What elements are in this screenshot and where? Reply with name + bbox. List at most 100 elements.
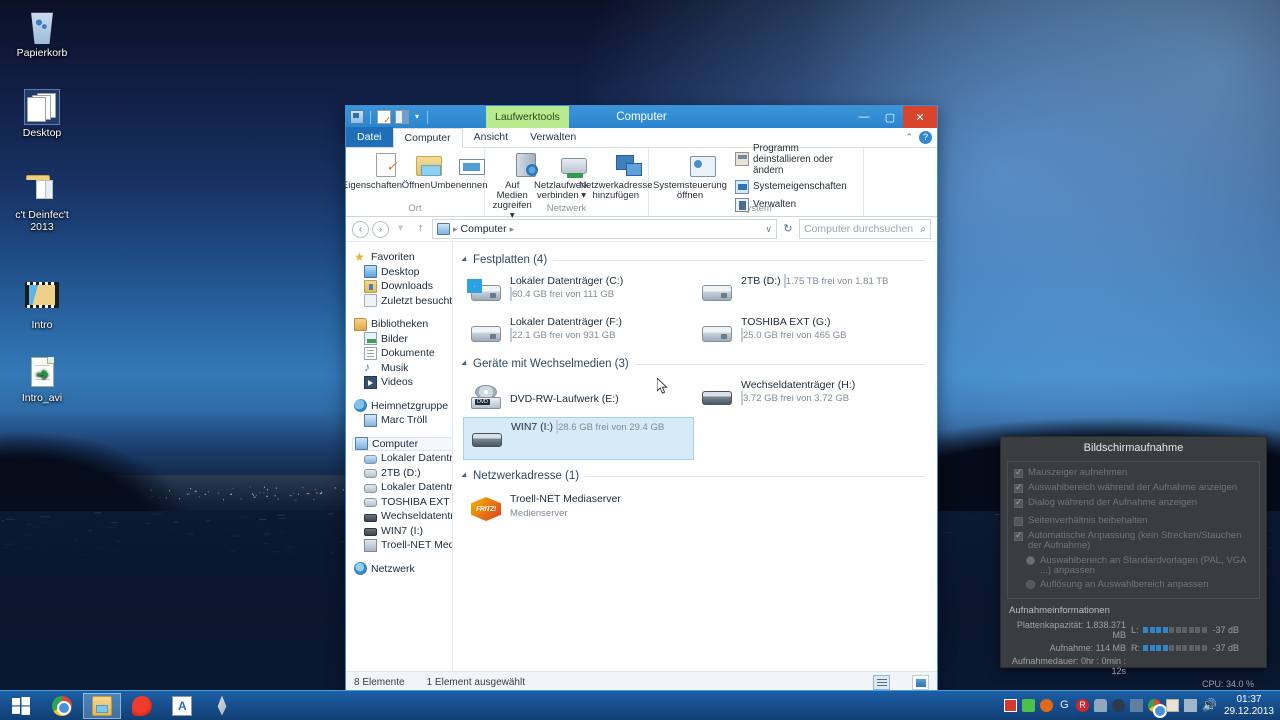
pane-icon[interactable] <box>395 110 409 124</box>
help-icon[interactable]: ? <box>919 131 932 144</box>
ribbon-button-netzwerkadresse-hinzufuegen[interactable]: Netzwerkadresse hinzufügen <box>589 151 643 203</box>
tab-verwalten[interactable]: Verwalten <box>519 127 587 147</box>
nav-header-heimnetzgruppe[interactable]: Heimnetzgruppe <box>352 399 452 414</box>
clock[interactable]: 01:37 29.12.2013 <box>1220 694 1274 718</box>
breadcrumb-dropdown-icon[interactable]: ∨ <box>765 224 772 235</box>
breadcrumb[interactable]: ▸ Computer ▸ ∨ <box>432 219 777 239</box>
system-tray[interactable]: G R 🔊 01:37 29.12.2013 <box>1004 691 1280 720</box>
close-button[interactable]: ✕ <box>903 106 937 128</box>
details-view-button[interactable] <box>873 675 890 690</box>
breadcrumb-separator[interactable]: ▸ <box>510 224 515 235</box>
nav-header-netzwerk[interactable]: Netzwerk <box>352 562 452 577</box>
checkbox-icon[interactable] <box>1014 469 1023 478</box>
device-taskbar-button[interactable] <box>123 693 161 719</box>
fonts-taskbar-button[interactable] <box>163 693 201 719</box>
checkbox-icon[interactable] <box>1014 499 1023 508</box>
avira-icon[interactable]: R <box>1076 699 1089 712</box>
tab-datei[interactable]: Datei <box>346 127 393 147</box>
window-controls[interactable]: — ▢ ✕ <box>851 106 937 128</box>
calendar-icon[interactable] <box>1004 699 1017 712</box>
explorer-taskbar-button[interactable] <box>83 693 121 719</box>
title-bar[interactable]: ▾ Laufwerktools Computer — ▢ ✕ <box>346 106 937 128</box>
network-location-item[interactable]: FRITZ! Troell-NET Mediaserver Medienserv… <box>463 488 925 529</box>
desktop-icon-intro[interactable]: Intro <box>3 278 81 331</box>
nav-item-downloads[interactable]: Downloads <box>352 279 452 294</box>
ribbon-item-systemeigenschaften[interactable]: Systemeigenschaften <box>733 179 858 195</box>
nav-header-favoriten[interactable]: ★ Favoriten <box>352 250 452 265</box>
screen-recorder-dialog[interactable]: Bildschirmaufnahme Mauszeiger aufnehmen … <box>1000 436 1267 668</box>
radio-standardvorlagen[interactable]: Auswahlbereich an Standardvorlagen (PAL,… <box>1014 556 1253 576</box>
ribbon-item-programm-deinstallieren[interactable]: Programm deinstallieren oder ändern <box>733 142 858 177</box>
rocket-taskbar-button[interactable] <box>203 693 241 719</box>
radio-aufloesung-anpassen[interactable]: Auflösung an Auswahlbereich anpassen <box>1014 580 1253 590</box>
checkbox-icon[interactable] <box>1014 517 1023 526</box>
nav-header-bibliotheken[interactable]: Bibliotheken <box>352 317 452 332</box>
tool-icon[interactable] <box>1112 699 1125 712</box>
nav-item-toshiba-ext-g[interactable]: TOSHIBA EXT (G:) <box>352 495 452 510</box>
up-button[interactable]: ↑ <box>412 221 429 238</box>
address-bar[interactable]: ‹ › ▾ ↑ ▸ Computer ▸ ∨ ↻ Computer durchs… <box>346 217 937 242</box>
explorer-window[interactable]: ▾ Laufwerktools Computer — ▢ ✕ Datei Com… <box>345 105 938 693</box>
network-icon[interactable] <box>1184 699 1197 712</box>
car-icon[interactable] <box>1094 699 1107 712</box>
refresh-button[interactable]: ↻ <box>780 221 796 237</box>
breadcrumb-item-computer[interactable]: Computer <box>461 223 507 235</box>
nav-item-2tb-d[interactable]: 2TB (D:) <box>352 466 452 481</box>
drive-item-selected[interactable]: WIN7 (I:) 28.6 GB frei von 29.4 GB <box>463 417 694 460</box>
collapse-ribbon-icon[interactable]: ⌃ <box>905 132 913 143</box>
tiles-view-button[interactable] <box>912 675 929 690</box>
desktop-icon-recycle-bin[interactable]: Papierkorb <box>3 10 81 59</box>
chrome-tray-icon[interactable] <box>1148 699 1161 712</box>
desktop-icon-intro-avi[interactable]: ➜ Intro_avi <box>3 355 81 404</box>
start-button[interactable] <box>0 691 42 720</box>
back-button[interactable]: ‹ <box>352 221 369 238</box>
quick-access-toolbar[interactable]: ▾ <box>346 106 430 128</box>
desktop-icon-ct-deinfect[interactable]: c't Deinfec't 2013 <box>3 172 81 233</box>
g-icon[interactable]: G <box>1058 699 1071 712</box>
drive-item[interactable]: Wechseldatenträger (H:) 3.72 GB frei von… <box>694 376 925 417</box>
group-header-wechselmedien[interactable]: Geräte mit Wechselmedien (3) <box>463 358 925 370</box>
drive-item[interactable]: Lokaler Datenträger (C:) 60.4 GB frei vo… <box>463 272 694 313</box>
chrome-taskbar-button[interactable] <box>43 693 81 719</box>
minimize-button[interactable]: — <box>851 106 877 128</box>
group-header-festplatten[interactable]: Festplatten (4) <box>463 254 925 266</box>
collapse-triangle-icon[interactable] <box>461 360 468 367</box>
ribbon-button-umbenennen[interactable]: Umbenennen <box>439 151 479 193</box>
forward-button[interactable]: › <box>372 221 389 238</box>
collapse-triangle-icon[interactable] <box>461 256 468 263</box>
ribbon-button-eigenschaften[interactable]: Eigenschaften <box>351 151 393 193</box>
search-input[interactable]: Computer durchsuchen ⌕ <box>799 219 931 239</box>
volume-icon[interactable]: 🔊 <box>1202 699 1215 712</box>
nav-item-wechseldatentraeger-h[interactable]: Wechseldatenträger <box>352 509 452 524</box>
option-automatische-anpassung[interactable]: Automatische Anpassung (kein Strecken/St… <box>1014 531 1253 551</box>
nav-item-lokaler-datentraeger-c[interactable]: Lokaler Datenträger <box>352 451 452 466</box>
maximize-button[interactable]: ▢ <box>877 106 903 128</box>
sync-icon[interactable] <box>1130 699 1143 712</box>
nav-item-dokumente[interactable]: Dokumente <box>352 346 452 361</box>
radio-icon[interactable] <box>1026 580 1035 589</box>
drive-item[interactable]: 2TB (D:) 1.75 TB frei von 1.81 TB <box>694 272 925 313</box>
radio-icon[interactable] <box>1026 556 1035 565</box>
option-seitenverhaeltnis[interactable]: Seitenverhältnis beibehalten <box>1014 516 1253 526</box>
group-header-netzwerkadresse[interactable]: Netzwerkadresse (1) <box>463 470 925 482</box>
green-icon[interactable] <box>1022 699 1035 712</box>
nav-item-bilder[interactable]: Bilder <box>352 332 452 347</box>
properties-icon[interactable] <box>377 110 391 124</box>
checkbox-icon[interactable] <box>1014 532 1023 541</box>
nav-item-videos[interactable]: Videos <box>352 375 452 390</box>
nav-item-desktop[interactable]: Desktop <box>352 265 452 280</box>
nav-item-musik[interactable]: ♪ Musik <box>352 361 452 376</box>
nav-item-win7-i[interactable]: WIN7 (I:) <box>352 524 452 539</box>
orange-icon[interactable] <box>1040 699 1053 712</box>
warning-icon[interactable] <box>1166 699 1179 712</box>
nav-item-marc-troell[interactable]: Marc Tröll <box>352 413 452 428</box>
navigation-pane[interactable]: ★ Favoriten Desktop Downloads Zuletzt be… <box>346 242 452 671</box>
option-mauszeiger-aufnehmen[interactable]: Mauszeiger aufnehmen <box>1014 468 1253 478</box>
nav-item-lokaler-datentraeger-f[interactable]: Lokaler Datenträger <box>352 480 452 495</box>
computer-icon[interactable] <box>350 110 364 124</box>
dropdown-caret-icon[interactable]: ▾ <box>413 113 421 121</box>
option-dialog-anzeigen[interactable]: Dialog während der Aufnahme anzeigen <box>1014 498 1253 508</box>
drive-item[interactable]: Lokaler Datenträger (F:) 22.1 GB frei vo… <box>463 313 694 354</box>
tab-computer[interactable]: Computer <box>393 128 463 148</box>
checkbox-icon[interactable] <box>1014 484 1023 493</box>
